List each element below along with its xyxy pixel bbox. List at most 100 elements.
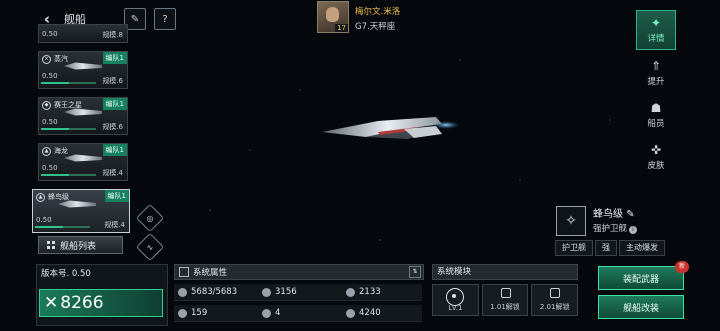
ship-type-icon: ×: [42, 54, 51, 64]
swords-icon: ✕: [44, 293, 59, 313]
attributes-icon: [179, 267, 189, 277]
ship-card[interactable]: × 蒸汽 编队1 0.50 规模.6: [38, 51, 128, 89]
attr-shield: 2133: [342, 284, 422, 301]
tab-label: 提升: [647, 76, 665, 87]
ship-class: 强护卫舰 i: [593, 222, 638, 234]
modules-title: 系统模块: [432, 264, 578, 280]
ship-progress-text: 0.50: [42, 72, 58, 80]
ship-progress-text: 0.50: [36, 216, 52, 224]
side-tabs: ✦ 详情 ⇑ 提升 ☗ 船员 ✜ 皮肤: [636, 10, 676, 180]
tab-details[interactable]: ✦ 详情: [636, 10, 676, 50]
ship-class-emblem: ✧: [556, 206, 586, 236]
details-icon: ✦: [650, 15, 662, 30]
ship-name: 蜂鸟级: [48, 193, 69, 201]
ship-card[interactable]: ▲ 海龙 编队1 0.50 规模.4: [38, 143, 128, 181]
edit-icon[interactable]: ✎: [626, 209, 634, 220]
ship-type-icon: ▲: [36, 192, 45, 202]
ship-scale: 规模.6: [102, 77, 123, 85]
ship-scale: 规模.6: [102, 123, 123, 131]
ship-refit-button[interactable]: 舰船改装: [598, 295, 684, 319]
module-slot-label: Lv.1: [448, 304, 463, 312]
ship-list-button[interactable]: 舰船列表: [38, 236, 123, 254]
module-slot-locked[interactable]: 1.01解锁: [481, 284, 529, 316]
tab-upgrade[interactable]: ⇑ 提升: [636, 54, 676, 92]
combat-power-value: 8266: [60, 293, 104, 313]
ship-progress-bar: [35, 226, 90, 228]
sort-toggle-icon[interactable]: ⇅: [409, 266, 421, 278]
ship-list-button-label: 舰船列表: [60, 241, 97, 252]
paint-icon: ✎: [130, 13, 140, 25]
armor-icon: [262, 287, 271, 297]
wave-icon: ∿: [146, 242, 154, 252]
upgrade-icon: ⇑: [650, 58, 662, 73]
attributes-title: 系统属性: [193, 268, 228, 278]
grid-icon: [47, 241, 55, 249]
fleet-badge: 编队1: [102, 52, 127, 64]
ship-tags: 护卫舰 强 主动爆发: [555, 240, 665, 256]
hull-icon: [178, 287, 187, 297]
system-modules-panel: 系统模块 Lv.1 1.01解锁 2.01解锁: [432, 264, 579, 324]
version-panel: 版本号. 0.50 ✕ 8266: [36, 264, 168, 326]
help-icon: ?: [162, 13, 168, 25]
attr-firepower: 4240: [342, 305, 422, 322]
captain-location: G7.天秤座: [355, 22, 396, 32]
crew-icon: ☗: [650, 100, 662, 115]
tab-label: 详情: [647, 33, 665, 44]
main-ship-model[interactable]: [318, 112, 468, 152]
ship-tag: 强: [595, 240, 617, 256]
ship-progress-bar: [41, 82, 96, 84]
ship-progress-text: 0.50: [42, 118, 58, 126]
ship-progress-bar: [41, 128, 96, 130]
module-slot[interactable]: Lv.1: [432, 284, 479, 316]
ship-name: 蒸汽: [54, 55, 68, 63]
ship-progress-text: 0.50: [42, 164, 58, 172]
attr-speed: 159: [174, 305, 258, 322]
ship-progress-bar: [41, 174, 96, 176]
firepower-icon: [346, 308, 355, 318]
speed-icon: [178, 308, 187, 318]
ship-thumbnail: [64, 154, 102, 162]
fleet-badge: 编队1: [102, 144, 127, 156]
ship-class-icon: ✧: [565, 213, 577, 229]
fleet-badge: 编队1: [104, 190, 129, 202]
tab-label: 船员: [647, 118, 665, 129]
portrait-face: [326, 7, 339, 22]
skin-icon: ✜: [650, 142, 662, 157]
ship-name: 赛王之星: [54, 101, 82, 109]
new-badge: 新: [675, 261, 689, 273]
ship-scale: 规模.8: [102, 31, 123, 39]
ship-card[interactable]: 0.50 规模.8: [38, 24, 128, 43]
ship-card[interactable]: ◆ 赛王之星 编队1 0.50 规模.6: [38, 97, 128, 135]
ship-name: 海龙: [54, 147, 68, 155]
fleet-badge: 编队1: [102, 98, 127, 110]
lock-icon: [550, 288, 561, 298]
equip-weapons-button[interactable]: 装配武器 新: [598, 261, 689, 290]
lock-icon: [500, 288, 511, 298]
attr-hull: 5683/5683: [174, 284, 258, 301]
help-button[interactable]: ?: [154, 8, 176, 30]
slots-icon: [262, 308, 271, 318]
ship-type-icon: ◆: [42, 100, 51, 110]
ship-scale: 规模.4: [102, 169, 123, 177]
module-slot-label: 1.01解锁: [490, 303, 520, 311]
system-attributes-panel: 系统属性 ⇅ 5683/5683 3156 2133 159 4 4240: [174, 264, 424, 324]
tab-skin[interactable]: ✜ 皮肤: [636, 138, 676, 176]
tab-crew[interactable]: ☗ 船员: [636, 96, 676, 134]
tab-label: 皮肤: [647, 160, 665, 171]
ship-name-title: 蜂鸟级 ✎: [593, 209, 635, 220]
captain-level: 17: [335, 24, 348, 32]
formation-icon: ◎: [146, 213, 154, 223]
ship-list: 0.50 规模.8 × 蒸汽 编队1 0.50 规模.6 ◆ 赛王之星 编队1 0.…: [32, 24, 132, 241]
avatar: 17: [317, 1, 349, 33]
shield-icon: [346, 287, 355, 297]
module-slot-locked[interactable]: 2.01解锁: [531, 284, 579, 316]
module-slot-label: 2.01解锁: [539, 303, 570, 311]
ship-card-selected[interactable]: ▲ 蜂鸟级 编队1 0.50 规模.4: [32, 189, 130, 233]
attr-slots: 4: [258, 305, 342, 322]
info-icon[interactable]: i: [629, 226, 638, 234]
combat-power: ✕ 8266: [39, 289, 163, 317]
ship-tag: 护卫舰: [555, 240, 593, 256]
ship-progress-text: 0.50: [42, 30, 58, 38]
captain-info[interactable]: 17 梅尔文.米洛 G7.天秤座: [317, 1, 400, 33]
ship-thumbnail: [64, 62, 102, 70]
